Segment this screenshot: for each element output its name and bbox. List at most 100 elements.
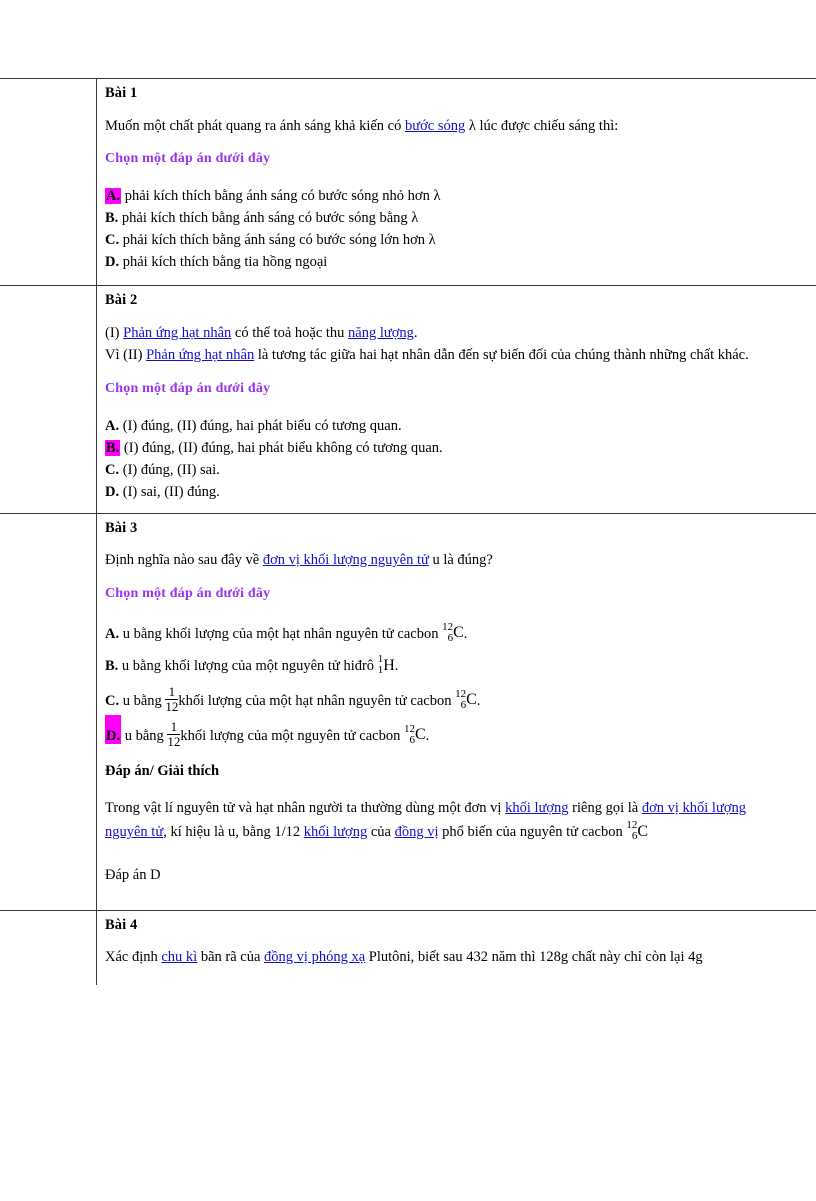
isotope-carbon-12: 12 6 C [442,620,464,652]
fraction-denominator: 12 [165,698,179,714]
option-text-c: phải kích thích bằng ánh sáng có bước só… [122,232,436,249]
explanation-body: Trong vật lí nguyên tử và hạt nhân người… [105,782,810,849]
question-block-2: Bài 2 (I) Phản ứng hạt nhân có thể toả h… [0,285,816,513]
option-row[interactable]: D. (I) sai, (II) đúng. [105,481,810,503]
link-buoc-song[interactable]: bước sóng [405,118,465,134]
link-phan-ung-hat-nhan-1[interactable]: Phản ứng hạt nhân [123,325,231,341]
option-label-b: B. [105,658,119,675]
link-phan-ung-hat-nhan-2[interactable]: Phản ứng hạt nhân [146,347,254,363]
option-text-b: (I) đúng, (II) đúng, hai phát biểu không… [123,439,443,456]
option-text-c-after: . [476,693,481,710]
document-page: Bài 1 Muốn một chất phát quang ra ánh sá… [0,78,816,1201]
option-label-c: C. [105,232,120,249]
question-1-stem-pre: Muốn một chất phát quang ra ánh sáng khả… [105,117,405,134]
question-2-line1-pre: (I) [105,324,124,341]
link-khoi-luong-2[interactable]: khối lượng [304,824,367,840]
explanation-seg-4: của [367,824,395,841]
option-row[interactable]: B. (I) đúng, (II) đúng, hai phát biểu kh… [105,437,810,459]
link-don-vi-khoi-luong[interactable]: đơn vị khối lượng [642,800,746,816]
isotope-hydrogen-1: 11H [378,653,395,685]
option-label-c: C. [105,693,120,710]
isotope-element-symbol: C [453,623,464,641]
question-2-stem: (I) Phản ứng hạt nhân có thể toả hoặc th… [105,312,810,369]
question-4-stem-pre: Xác định [105,949,162,966]
option-row[interactable]: C. phải kích thích bằng ánh sáng có bước… [105,229,810,251]
option-label-c: C. [105,461,120,478]
option-label-b: B. [105,439,121,456]
option-text-d-mid: khối lượng của một nguyên tử cacbon [180,727,404,744]
question-2-title: Bài 2 [105,292,138,309]
question-1-stem: Muốn một chất phát quang ra ánh sáng khả… [105,105,810,139]
question-block-4: Bài 4 Xác định chu kì bãn rã của đồng vị… [0,909,816,985]
option-text-b: u bằng khối lượng của một nguyên tử hiđr… [121,658,378,675]
isotope-element-symbol: C [637,822,649,840]
option-text-a: (I) đúng, (II) đúng, hai phát biểu có tư… [122,417,402,434]
question-1-options: A. phải kích thích bằng ánh sáng có bước… [105,173,810,279]
isotope-carbon-12: 12 6 C [455,688,477,720]
final-answer-text: Đáp án D [105,866,161,883]
option-row[interactable]: C. u bằng 1 12 khối lượng của một hạt nhân… [105,685,810,720]
isotope-element-symbol: C [466,691,477,709]
isotope-mass-number: 12 [442,620,454,633]
option-row[interactable]: A. phải kích thích bằng ánh sáng có bước… [105,185,810,207]
option-row[interactable]: B. phải kích thích bằng ánh sáng có bước… [105,207,810,229]
isotope-element-symbol: H [383,656,395,674]
question-block-1: Bài 1 Muốn một chất phát quang ra ánh sá… [0,78,816,286]
question-3-stem-pre: Định nghĩa nào sau đây về [105,552,263,569]
option-row[interactable]: A. (I) đúng, (II) đúng, hai phát biểu có… [105,415,810,437]
option-row[interactable]: C. (I) đúng, (II) sai. [105,459,810,481]
explanation-seg-5: phổ biến của nguyên tử cacbon [438,824,627,841]
isotope-carbon-12: 12 6 C [404,723,426,755]
option-row[interactable]: A. u bằng khối lượng của một hạt nhân ng… [105,620,810,653]
link-dong-vi-phong-xa[interactable]: đồng vị phóng xạ [264,949,365,965]
option-label-d: D. [105,254,120,271]
option-label-a: A. [105,187,122,204]
option-text-d: u bằng [124,727,168,744]
question-block-3: Bài 3 Định nghĩa nào sau đây về đơn vị k… [0,512,816,910]
fraction-one-twelfth: 1 12 [165,684,179,714]
link-don-vi-khoi-luong-nguyen-tu[interactable]: đơn vị khối lượng nguyên tử [263,552,429,568]
option-text-a-after: . [463,625,468,642]
explanation-seg-1: Trong vật lí nguyên tử và hạt nhân người… [105,799,506,816]
option-text-b: phải kích thích bằng ánh sáng có bước só… [121,210,419,226]
fraction-numerator: 1 [168,684,176,700]
question-3-stem: Định nghĩa nào sau đây về đơn vị khối lư… [105,539,810,573]
link-nguyen-tu[interactable]: nguyên tử [105,824,163,840]
question-3-options: A. u bằng khối lượng của một hạt nhân ng… [105,608,810,761]
option-label-b: B. [105,210,119,226]
answer-explanation-heading: Đáp án/ Giải thích [105,762,220,779]
question-3-choose-prompt: Chọn một đáp án dưới đây [105,585,271,601]
option-row[interactable]: B. u bằng khối lượng của một nguyên tử h… [105,652,810,685]
question-1-stem-post: λ lúc được chiếu sáng thì: [465,117,619,134]
isotope-atomic-number: 6 [631,830,638,843]
question-3-stem-post: u là đúng? [428,552,493,569]
question-3-title: Bài 3 [105,519,138,536]
question-2-line2-post: là tương tác giữa hai hạt nhân dẫn đến s… [254,347,749,364]
link-nang-luong[interactable]: năng lượng [348,325,414,341]
question-2-line2-pre: Vì (II) [105,347,147,364]
fraction-denominator: 12 [167,733,181,749]
question-4-stem: Xác định chu kì bãn rã của đồng vị phóng… [105,936,810,970]
option-row[interactable]: D. phải kích thích bằng tia hồng ngoại [105,251,810,273]
fraction-numerator: 1 [170,718,178,734]
question-2-options: A. (I) đúng, (II) đúng, hai phát biểu có… [105,403,810,509]
isotope-carbon-12: 12 6 C [626,820,649,848]
isotope-atomic-number: 6 [460,699,467,712]
link-khoi-luong-1[interactable]: khối lượng [505,800,568,816]
option-text-d: phải kích thích bằng tia hồng ngoại [122,254,328,271]
fraction-one-twelfth: 1 12 [167,718,181,749]
option-text-a: phải kích thích bằng ánh sáng có bước só… [124,187,441,204]
explanation-seg-2: riêng gọi là [568,799,642,816]
question-1-choose-prompt: Chọn một đáp án dưới đây [105,150,271,166]
option-row[interactable]: D. u bằng 1 12 khối lượng của một nguyên t… [105,720,810,755]
option-label-d: D. [105,727,122,744]
link-dong-vi[interactable]: đồng vị [395,824,439,840]
option-text-a: u bằng khối lượng của một hạt nhân nguyê… [122,625,443,642]
link-chu-ki[interactable]: chu kì [161,949,197,965]
option-label-d: D. [105,483,120,500]
option-text-d: (I) sai, (II) đúng. [122,483,220,500]
question-4-title: Bài 4 [105,916,138,933]
question-4-stem-mid: bãn rã của [197,949,265,966]
isotope-atomic-number: 6 [409,733,415,746]
isotope-element-symbol: C [414,726,426,744]
